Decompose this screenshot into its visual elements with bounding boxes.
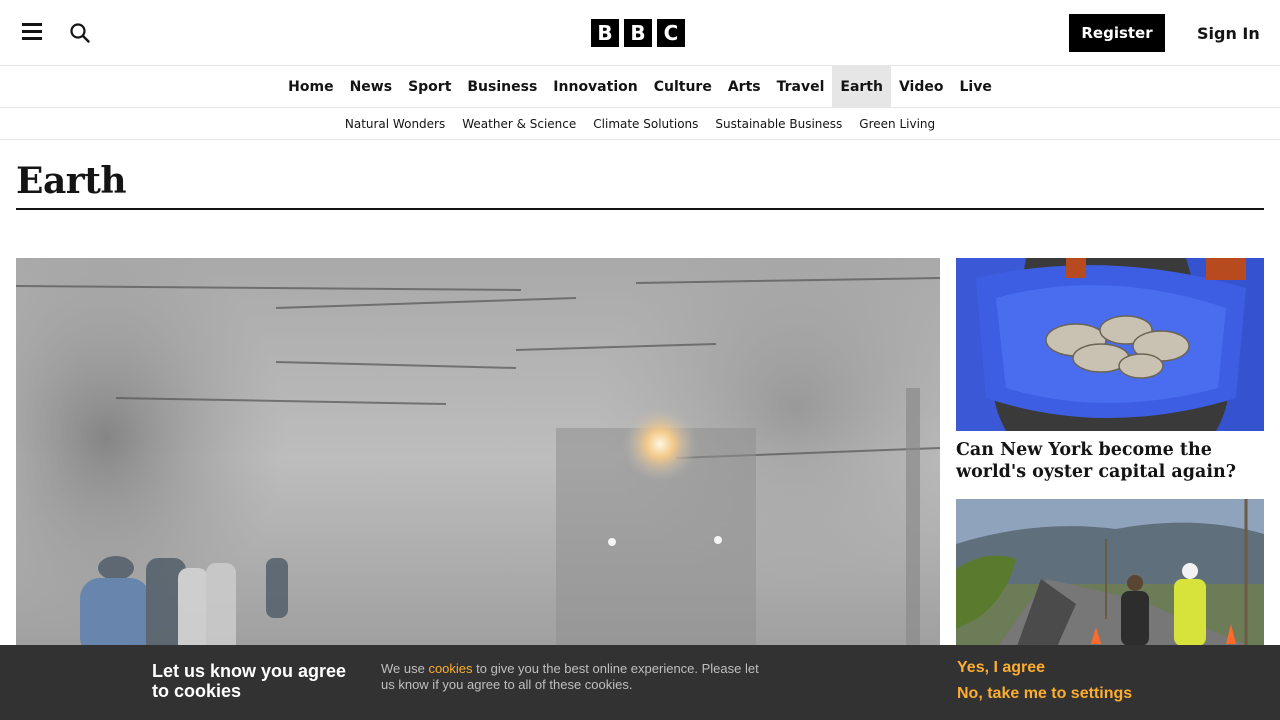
nav-item-arts[interactable]: Arts: [720, 66, 769, 107]
logo-letter: C: [657, 19, 685, 47]
bbc-logo[interactable]: B B C: [591, 19, 685, 47]
search-icon[interactable]: [69, 22, 91, 44]
hamburger-menu-icon[interactable]: [22, 23, 42, 43]
collapsed-road-article-image[interactable]: [956, 499, 1264, 649]
subnav-item-sustainable-business[interactable]: Sustainable Business: [707, 117, 851, 131]
subnav-item-climate-solutions[interactable]: Climate Solutions: [585, 117, 707, 131]
nav-item-live[interactable]: Live: [952, 66, 1000, 107]
cookies-link[interactable]: cookies: [428, 661, 472, 676]
secondary-nav: Natural Wonders Weather & Science Climat…: [0, 108, 1280, 140]
hero-article-image[interactable]: [16, 258, 940, 658]
title-divider: [16, 208, 1264, 210]
cookie-settings-button[interactable]: No, take me to settings: [957, 685, 1132, 703]
side-article-card[interactable]: Can New York become the world's oyster c…: [956, 258, 1264, 483]
nav-item-travel[interactable]: Travel: [769, 66, 833, 107]
subnav-item-green-living[interactable]: Green Living: [851, 117, 944, 131]
cookie-accept-button[interactable]: Yes, I agree: [957, 659, 1045, 677]
nav-item-culture[interactable]: Culture: [646, 66, 720, 107]
nav-item-earth[interactable]: Earth: [832, 66, 891, 107]
nav-item-video[interactable]: Video: [891, 66, 952, 107]
logo-letter: B: [591, 19, 619, 47]
logo-letter: B: [624, 19, 652, 47]
page-title: Earth: [16, 160, 127, 202]
cookie-consent-banner: Let us know you agree to cookies We use …: [0, 645, 1280, 720]
nav-item-news[interactable]: News: [342, 66, 400, 107]
nav-item-business[interactable]: Business: [459, 66, 545, 107]
side-article-card[interactable]: [956, 499, 1264, 649]
nav-item-sport[interactable]: Sport: [400, 66, 459, 107]
article-headline[interactable]: Can New York become the world's oyster c…: [956, 439, 1264, 483]
subnav-item-weather-science[interactable]: Weather & Science: [454, 117, 585, 131]
cookie-banner-heading: Let us know you agree to cookies: [152, 661, 347, 701]
cookie-banner-text: We use cookies to give you the best onli…: [381, 661, 761, 693]
site-header: B B C Register Sign In: [0, 0, 1280, 66]
oyster-article-image[interactable]: [956, 258, 1264, 431]
cookie-text-prefix: We use: [381, 661, 429, 676]
subnav-item-natural-wonders[interactable]: Natural Wonders: [336, 117, 453, 131]
nav-item-innovation[interactable]: Innovation: [545, 66, 645, 107]
primary-nav: Home News Sport Business Innovation Cult…: [0, 66, 1280, 108]
sign-in-button[interactable]: Sign In: [1188, 14, 1269, 52]
nav-item-home[interactable]: Home: [280, 66, 341, 107]
register-button[interactable]: Register: [1069, 14, 1165, 52]
